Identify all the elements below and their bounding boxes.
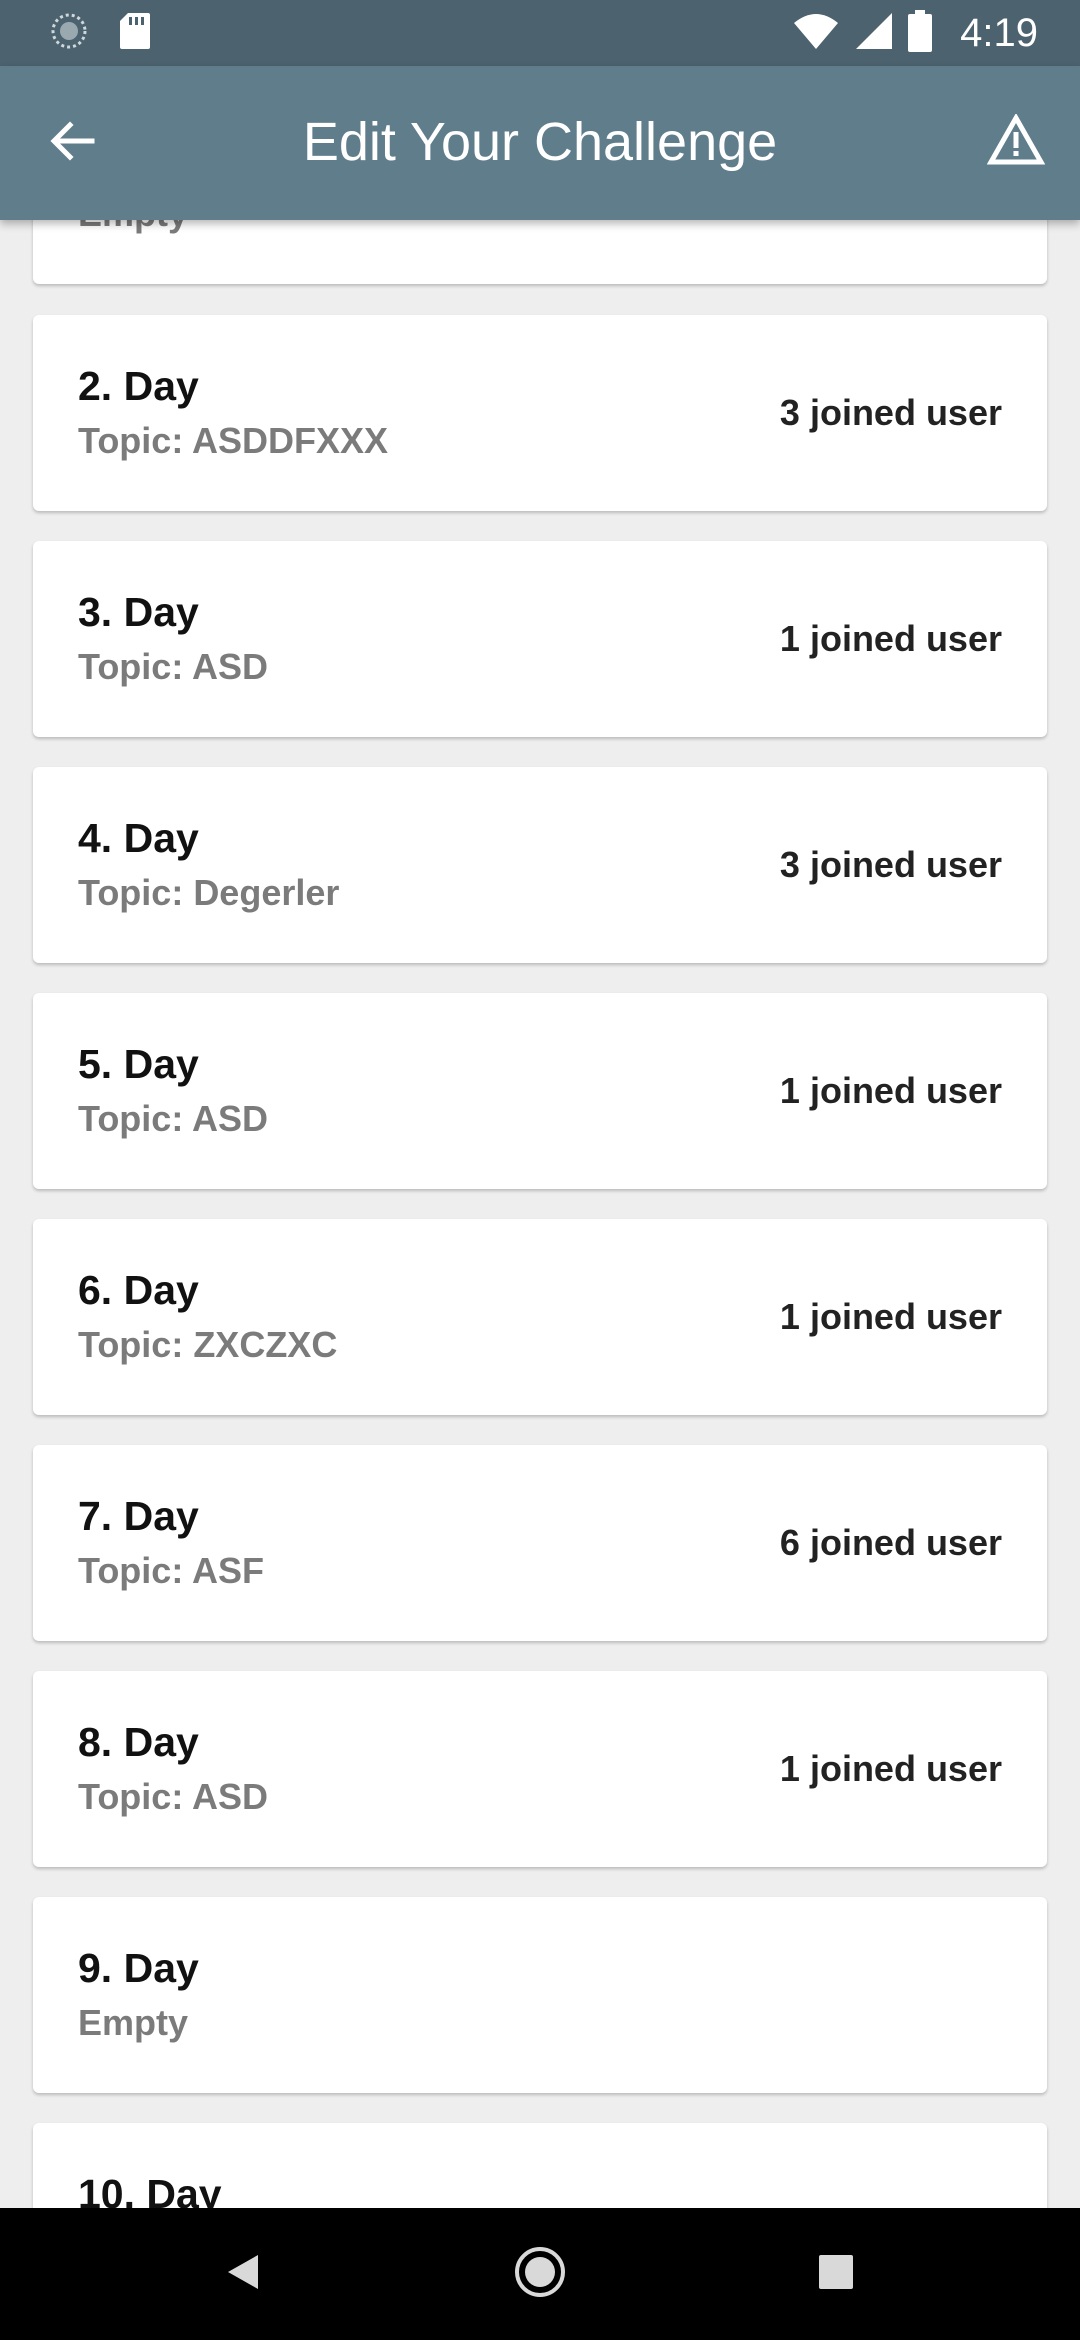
day-title: 5. Day [78,1041,199,1087]
joined-count: 1 joined user [779,1748,1002,1789]
navigation-bar [0,2208,1080,2340]
status-right-icons: 4:19 [792,9,1038,57]
signal-icon [854,11,894,56]
nav-back-button[interactable] [212,2244,272,2304]
app-bar: Edit Your Challenge [0,66,1080,220]
day-topic: Empty [78,220,188,236]
day-title: 6. Day [78,1267,199,1313]
day-card-6[interactable]: 6. Day Topic: ZXCZXC 1 joined user [33,1219,1047,1415]
day-topic: Topic: ASD [78,1776,268,1817]
day-card-10[interactable]: 10. Day [33,2123,1047,2208]
joined-count: 3 joined user [779,392,1002,433]
day-card-8[interactable]: 8. Day Topic: ASD 1 joined user [33,1671,1047,1867]
day-topic: Topic: ASDDFXXX [78,420,389,461]
day-title: 2. Day [78,363,199,409]
battery-icon [908,9,933,57]
nav-home-button[interactable] [510,2244,570,2304]
day-card-4[interactable]: 4. Day Topic: Degerler 3 joined user [33,767,1047,963]
clock: 4:19 [960,10,1038,55]
day-topic: Topic: Degerler [78,872,340,913]
recents-square-icon [817,2253,855,2296]
joined-count: 1 joined user [779,618,1002,659]
day-card-3[interactable]: 3. Day Topic: ASD 1 joined user [33,541,1047,737]
page-title: Edit Your Challenge [302,112,778,172]
day-card-5[interactable]: 5. Day Topic: ASD 1 joined user [33,993,1047,1189]
wifi-icon [792,11,840,56]
day-title: 7. Day [78,1493,199,1539]
day-topic: Topic: ASF [78,1550,264,1591]
day-card-7[interactable]: 7. Day Topic: ASF 6 joined user [33,1445,1047,1641]
joined-count: 1 joined user [779,1296,1002,1337]
day-title: 10. Day [78,2171,222,2208]
day-topic: Topic: ASD [78,1098,268,1139]
day-title: 4. Day [78,815,199,861]
sync-icon [50,12,88,55]
day-title: 9. Day [78,1945,199,1991]
back-triangle-icon [222,2251,262,2298]
sd-card-icon [118,11,152,56]
nav-recents-button[interactable] [806,2244,866,2304]
day-topic: Empty [78,2002,189,2043]
day-card-9[interactable]: 9. Day Empty [33,1897,1047,2093]
day-card-2[interactable]: 2. Day Topic: ASDDFXXX 3 joined user [33,315,1047,511]
status-bar: 4:19 [0,0,1080,66]
joined-count: 3 joined user [779,844,1002,885]
day-card-1[interactable]: Empty [33,220,1047,284]
day-title: 3. Day [78,589,199,635]
day-topic: Topic: ASD [78,646,268,687]
day-topic: Topic: ZXCZXC [78,1324,338,1365]
day-list[interactable]: Empty 2. Day Topic: ASDDFXXX 3 joined us… [0,220,1080,2208]
report-button[interactable] [984,110,1048,174]
joined-count: 6 joined user [779,1522,1002,1563]
warning-icon [986,112,1046,171]
joined-count: 1 joined user [779,1070,1002,1111]
day-title: 8. Day [78,1719,199,1765]
home-circle-icon [513,2245,567,2304]
status-left-icons [50,12,152,54]
